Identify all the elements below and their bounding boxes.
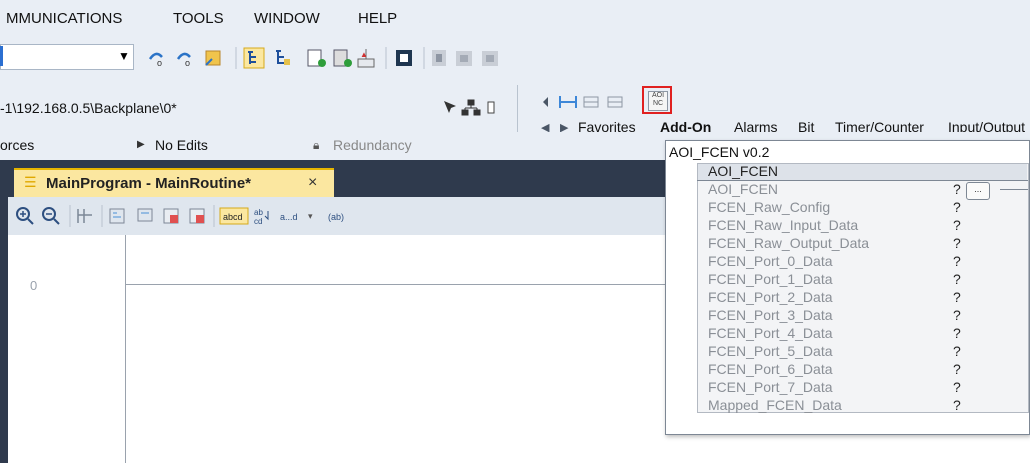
- svg-text:▲: ▲: [360, 50, 368, 59]
- routine-icon: ☰: [24, 174, 37, 190]
- tag-properties-icon[interactable]: [482, 51, 498, 66]
- param-value: ?: [953, 361, 961, 377]
- zoom-in-icon[interactable]: [16, 207, 34, 225]
- abcd-label: abcd: [223, 212, 243, 222]
- combo-caret: [0, 46, 3, 66]
- verify-controller-icon[interactable]: [307, 49, 326, 67]
- aoi-instruction-button[interactable]: AOI NC: [648, 91, 668, 111]
- param-value: ?: [953, 343, 961, 359]
- ab-icon[interactable]: (ab): [328, 212, 344, 222]
- range-tag-icon[interactable]: a...d: [280, 212, 298, 222]
- param-fcen-port-4-data: FCEN_Port_4_Data: [708, 325, 833, 341]
- menu-tools[interactable]: TOOLS: [173, 10, 224, 27]
- branch-icon[interactable]: [583, 96, 599, 108]
- param-fcen-port-3-data: FCEN_Port_3_Data: [708, 307, 833, 323]
- network-icon[interactable]: ▲: [357, 49, 375, 68]
- palette-left-icon[interactable]: [543, 97, 548, 107]
- aoi-button-sublabel: NC: [652, 100, 664, 107]
- power-rail-left: [125, 235, 126, 463]
- param-value: ?: [953, 235, 961, 251]
- who-active-icon[interactable]: [444, 101, 456, 113]
- param-fcen-port-2-data: FCEN_Port_2_Data: [708, 289, 833, 305]
- param-aoi-fcen: AOI_FCEN: [708, 181, 779, 197]
- aoi-box-title: AOI_FCEN: [708, 163, 779, 179]
- go-online-icon[interactable]: o: [148, 52, 163, 68]
- menu-window[interactable]: WINDOW: [254, 10, 320, 27]
- routine-tab-title: MainProgram - MainRoutine*: [46, 175, 252, 192]
- logical-organizer-icon[interactable]: [276, 50, 290, 65]
- param-value: ?: [953, 325, 961, 341]
- param-value: ?: [953, 379, 961, 395]
- abcd-tag-icon[interactable]: abcd: [219, 207, 249, 225]
- controller-organizer-icon[interactable]: [243, 47, 265, 69]
- device-icon[interactable]: [487, 101, 495, 114]
- param-fcen-raw-config: FCEN_Raw_Config: [708, 199, 831, 215]
- param-fcen-raw-input-data: FCEN_Raw_Input_Data: [708, 217, 859, 233]
- comment-icon[interactable]: [137, 208, 153, 222]
- branch-level-icon[interactable]: [607, 96, 623, 108]
- lock-icon: 🔒︎: [313, 138, 320, 152]
- edits-status: No Edits: [155, 137, 208, 153]
- param-value: ?: [953, 271, 961, 287]
- param-value: ?: [953, 307, 961, 323]
- param-fcen-raw-output-data: FCEN_Raw_Output_Data: [708, 235, 870, 251]
- svg-text:(ab): (ab): [328, 212, 344, 222]
- zoom-out-icon[interactable]: [42, 207, 60, 225]
- param-value: ?: [953, 289, 961, 305]
- param-value: ?: [953, 253, 961, 269]
- chevron-down-icon[interactable]: ▼: [118, 49, 130, 63]
- svg-text:ab: ab: [254, 208, 263, 217]
- routine-tab[interactable]: ☰ MainProgram - MainRoutine* ×: [14, 168, 334, 199]
- param-value: ?: [953, 181, 961, 197]
- svg-text:cd: cd: [254, 217, 262, 226]
- path-combo[interactable]: [0, 44, 134, 70]
- param-fcen-port-6-data: FCEN_Port_6_Data: [708, 361, 833, 377]
- rung-line: [125, 284, 725, 285]
- network-tree-icon[interactable]: [461, 99, 481, 116]
- rung-icon[interactable]: [559, 96, 577, 108]
- param-value: ?: [953, 397, 961, 413]
- verify-routine-icon[interactable]: [333, 49, 352, 67]
- param-value: ?: [953, 199, 961, 215]
- param-fcen-port-1-data: FCEN_Port_1_Data: [708, 271, 833, 287]
- menu-help[interactable]: HELP: [358, 10, 397, 27]
- tab-close-icon[interactable]: ×: [308, 174, 317, 192]
- redundancy-status: Redundancy: [333, 137, 412, 153]
- delete-rung-icon[interactable]: [189, 208, 205, 224]
- menu-bar: MMUNICATIONS TOOLS WINDOW HELP: [0, 0, 1030, 38]
- ladder-toolbar-icons: abcd abcd a...d ▾ (ab): [16, 205, 344, 227]
- param-mapped-fcen-data: Mapped_FCEN_Data: [708, 397, 842, 413]
- ellipsis-button[interactable]: ...: [966, 182, 990, 200]
- grid-icon[interactable]: [77, 209, 92, 223]
- forces-status: orces: [0, 137, 35, 153]
- menu-communications[interactable]: MMUNICATIONS: [6, 10, 122, 27]
- browse-logic-icon[interactable]: [396, 50, 412, 66]
- svg-text:a...d: a...d: [280, 212, 298, 222]
- param-value: ?: [953, 217, 961, 233]
- editor-frame-left: [0, 160, 8, 463]
- swap-tag-icon[interactable]: abcd: [254, 208, 269, 226]
- download-icon[interactable]: [205, 50, 221, 66]
- param-fcen-port-7-data: FCEN_Port_7_Data: [708, 379, 833, 395]
- popup-title: AOI_FCEN v0.2: [669, 144, 770, 160]
- upload-icon[interactable]: o: [176, 52, 191, 68]
- path-text: -1\192.168.0.5\Backplane\0*: [0, 100, 177, 116]
- aoi-box-side-line: [1000, 189, 1028, 190]
- editor-frame-top: [0, 160, 665, 168]
- param-fcen-port-5-data: FCEN_Port_5_Data: [708, 343, 833, 359]
- rung-number: 0: [30, 278, 38, 293]
- svg-text:o: o: [185, 58, 190, 68]
- aoi-button-label: AOI: [651, 92, 665, 99]
- status-arrow-icon[interactable]: ▶: [137, 139, 145, 150]
- svg-text:o: o: [157, 58, 162, 68]
- param-fcen-port-0-data: FCEN_Port_0_Data: [708, 253, 833, 269]
- path-icons: [444, 99, 495, 116]
- instruction-palette-icons: [543, 96, 623, 108]
- tag-icon[interactable]: [456, 51, 472, 66]
- verify-icon[interactable]: [109, 208, 125, 224]
- toolbar-icons: o o ▲: [148, 47, 498, 69]
- chevron-down-icon[interactable]: ▾: [308, 211, 313, 221]
- edit-rung-icon[interactable]: [163, 208, 179, 224]
- cross-reference-icon[interactable]: [432, 50, 446, 66]
